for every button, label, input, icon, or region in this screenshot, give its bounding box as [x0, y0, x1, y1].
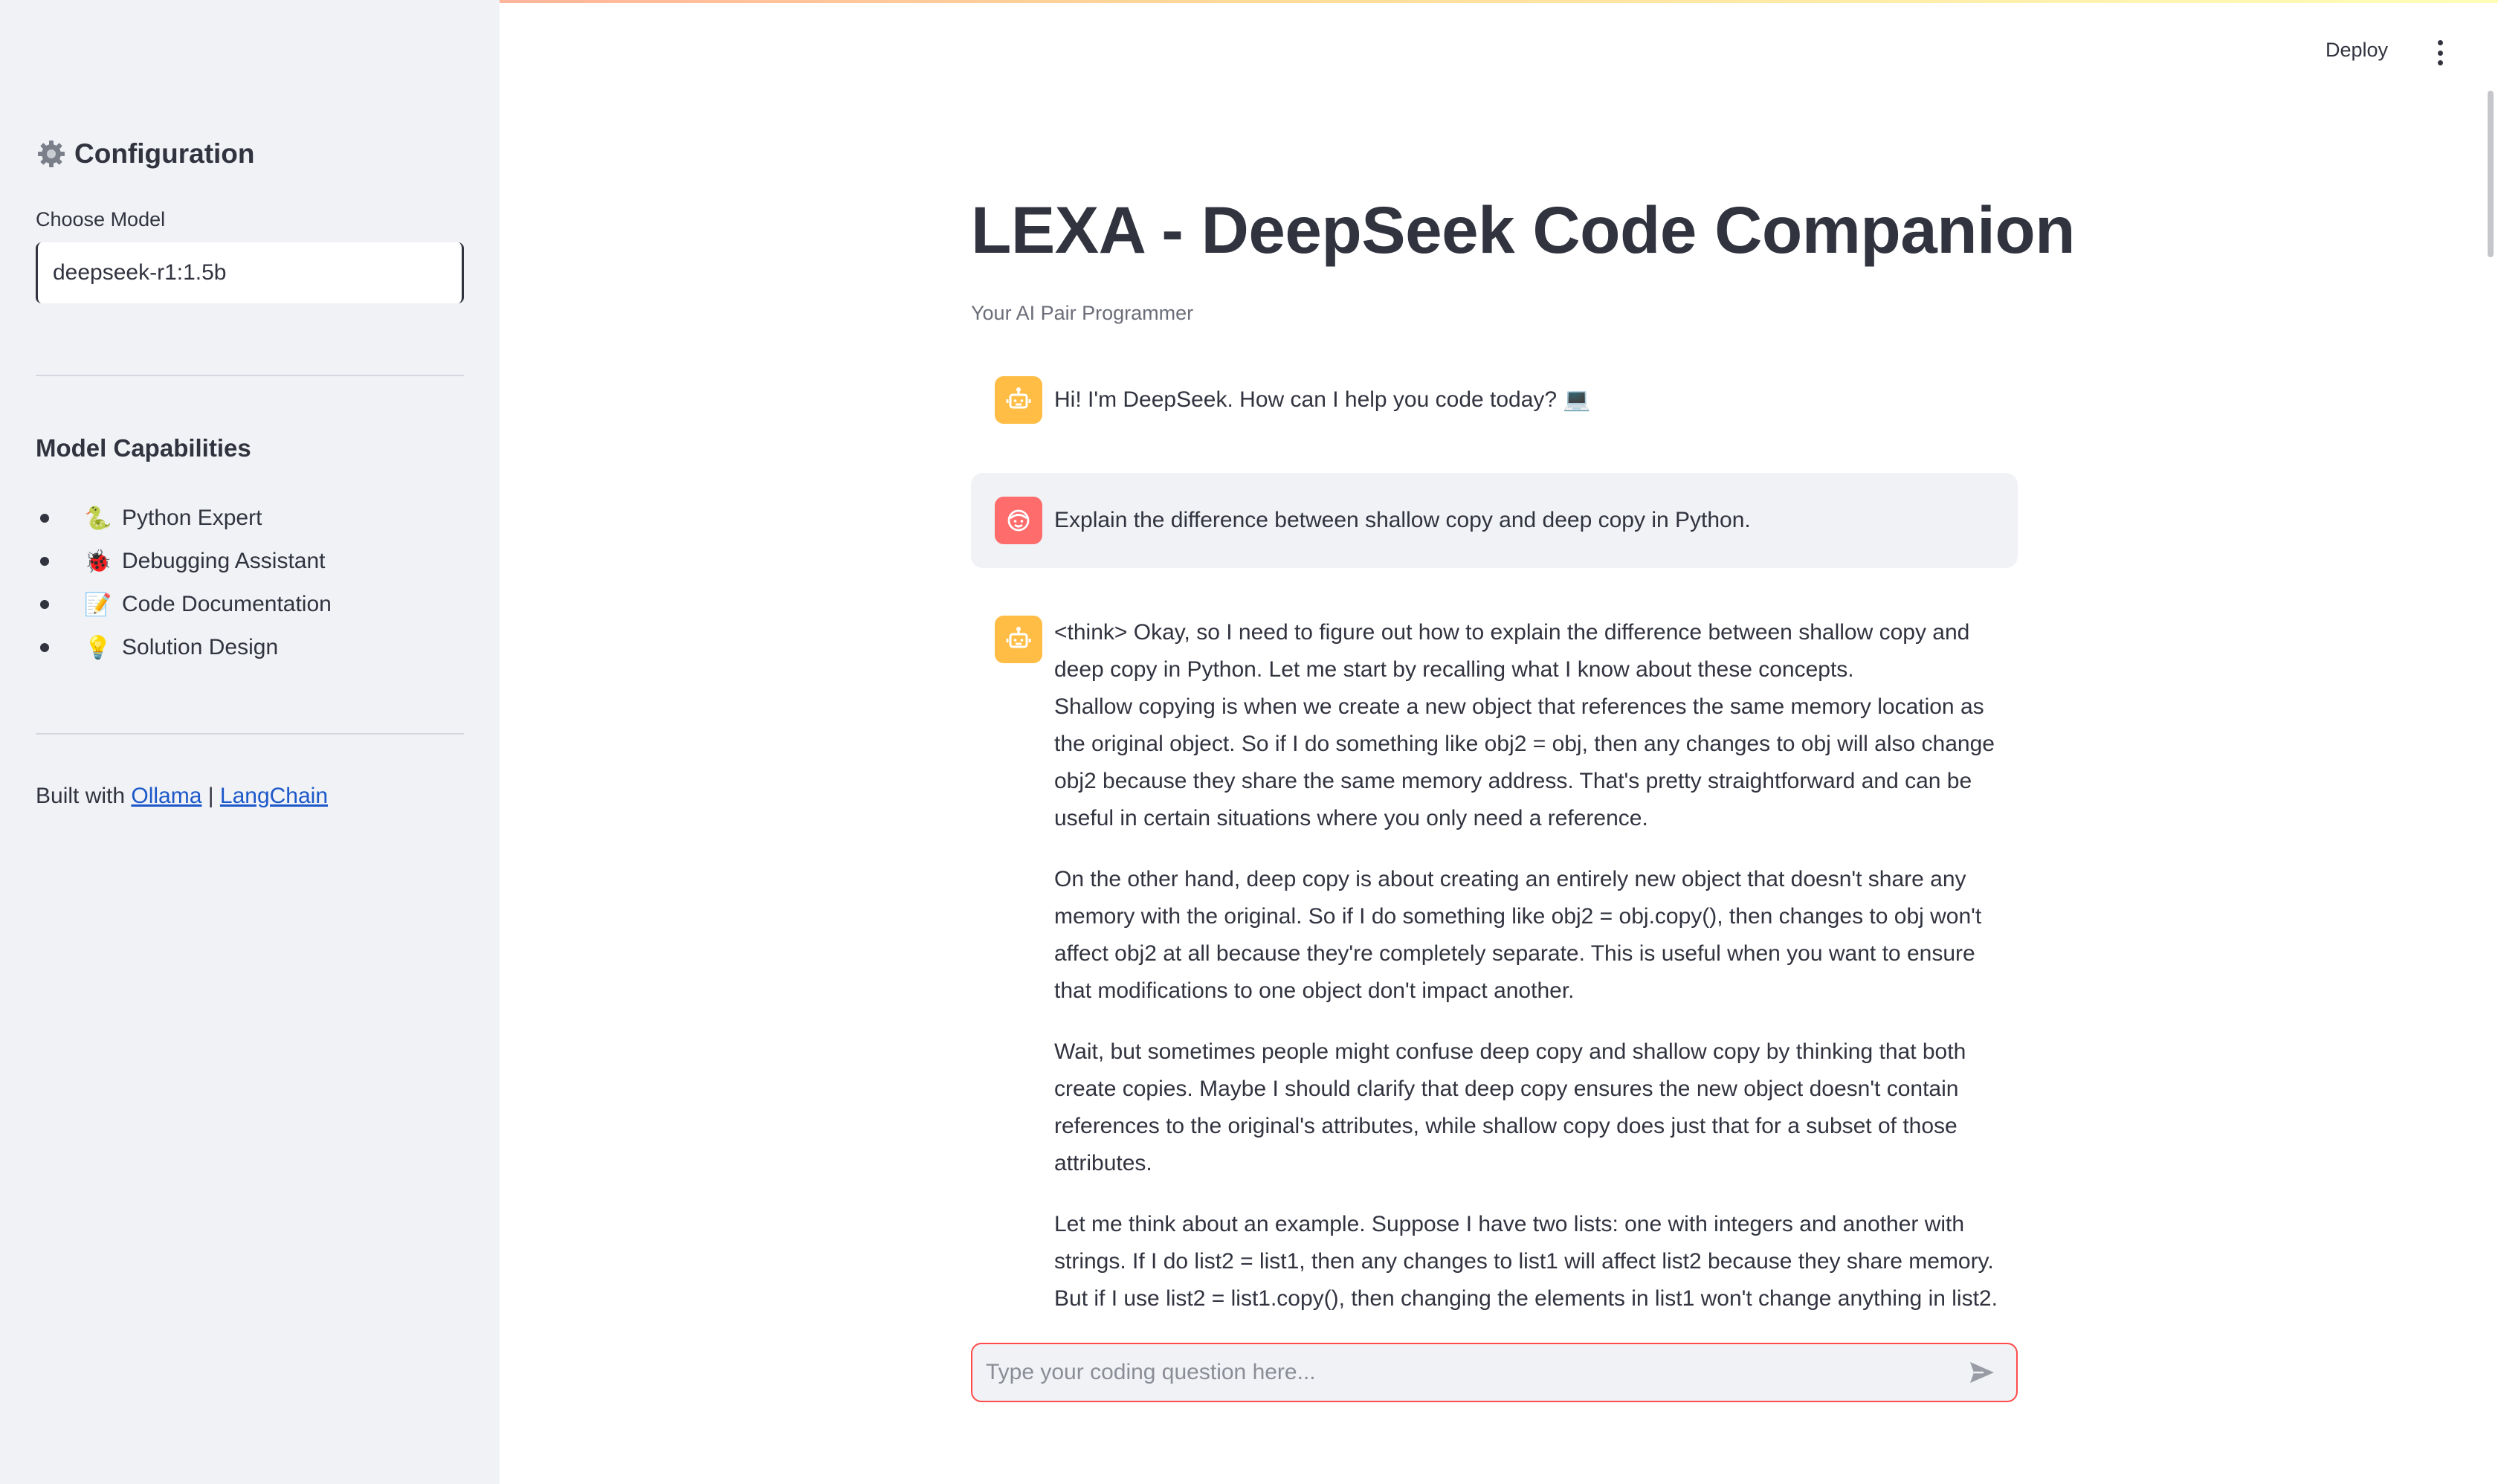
bot-avatar-icon [995, 376, 1042, 424]
message-paragraph: Wait, but sometimes people might confuse… [1054, 1039, 1966, 1175]
bullet-icon [40, 643, 49, 652]
ollama-link[interactable]: Ollama [131, 784, 201, 808]
message-paragraph: <think> Okay, so I need to figure out ho… [1054, 620, 1970, 682]
message-paragraph: Let me think about an example. Suppose I… [1054, 1212, 1998, 1311]
sidebar-divider [36, 733, 464, 735]
chat-message-assistant: Hi! I'm DeepSeek. How can I help you cod… [971, 376, 2018, 424]
model-select-label: Choose Model [36, 208, 166, 230]
bullet-icon [40, 557, 49, 566]
message-paragraph: On the other hand, deep copy is about cr… [1054, 867, 1982, 1003]
deploy-button[interactable]: Deploy [2326, 39, 2388, 62]
bullet-icon [40, 514, 49, 523]
bot-avatar-icon [995, 616, 1042, 663]
list-item: 🐞 Debugging Assistant [36, 540, 332, 583]
message-body: <think> Okay, so I need to figure out ho… [1054, 614, 2018, 1320]
chat-message-user: Explain the difference between shallow c… [971, 473, 2018, 568]
capability-label: Solution Design [122, 635, 279, 659]
lightbulb-icon: 💡 [84, 635, 112, 660]
sidebar: Configuration Choose Model deepseek-r1:1… [0, 0, 500, 1484]
model-select-value: deepseek-r1:1.5b [53, 260, 227, 285]
chat-input[interactable] [972, 1359, 1966, 1386]
list-item: 💡 Solution Design [36, 626, 332, 669]
more-options-icon[interactable] [2433, 40, 2447, 65]
ladybug-icon: 🐞 [84, 549, 112, 574]
list-item: 🐍 Python Expert [36, 497, 332, 540]
message-text: Hi! I'm DeepSeek. How can I help you cod… [1054, 387, 1591, 412]
built-with-prefix: Built with [36, 784, 132, 808]
capability-label: Code Documentation [122, 592, 332, 616]
page-subtitle: Your AI Pair Programmer [971, 302, 1194, 324]
scrollbar[interactable] [2488, 91, 2494, 257]
bullet-icon [40, 600, 49, 609]
capabilities-list: 🐍 Python Expert 🐞 Debugging Assistant 📝 … [36, 497, 332, 669]
capability-label: Debugging Assistant [122, 549, 326, 573]
sidebar-divider [36, 375, 464, 376]
langchain-link[interactable]: LangChain [220, 784, 328, 808]
capabilities-heading: Model Capabilities [36, 434, 251, 462]
capability-label: Python Expert [122, 506, 262, 530]
user-avatar-icon [995, 497, 1042, 544]
send-icon[interactable] [1966, 1356, 1998, 1389]
built-with-footer: Built with Ollama | LangChain [36, 784, 328, 809]
chat-input-container [971, 1343, 2018, 1402]
message-text: Explain the difference between shallow c… [1054, 508, 1751, 532]
list-item: 📝 Code Documentation [36, 583, 332, 626]
memo-icon: 📝 [84, 592, 112, 617]
gear-icon [36, 138, 67, 170]
message-paragraph: Shallow copying is when we create a new … [1054, 694, 1995, 830]
page-title: LEXA - DeepSeek Code Companion [971, 193, 2076, 267]
sidebar-heading-text: Configuration [74, 138, 255, 169]
sidebar-heading: Configuration [36, 138, 255, 170]
chat-message-assistant: <think> Okay, so I need to figure out ho… [971, 614, 2018, 1320]
snake-icon: 🐍 [84, 506, 112, 531]
built-with-separator: | [201, 784, 220, 808]
model-select[interactable]: deepseek-r1:1.5b [36, 242, 464, 303]
